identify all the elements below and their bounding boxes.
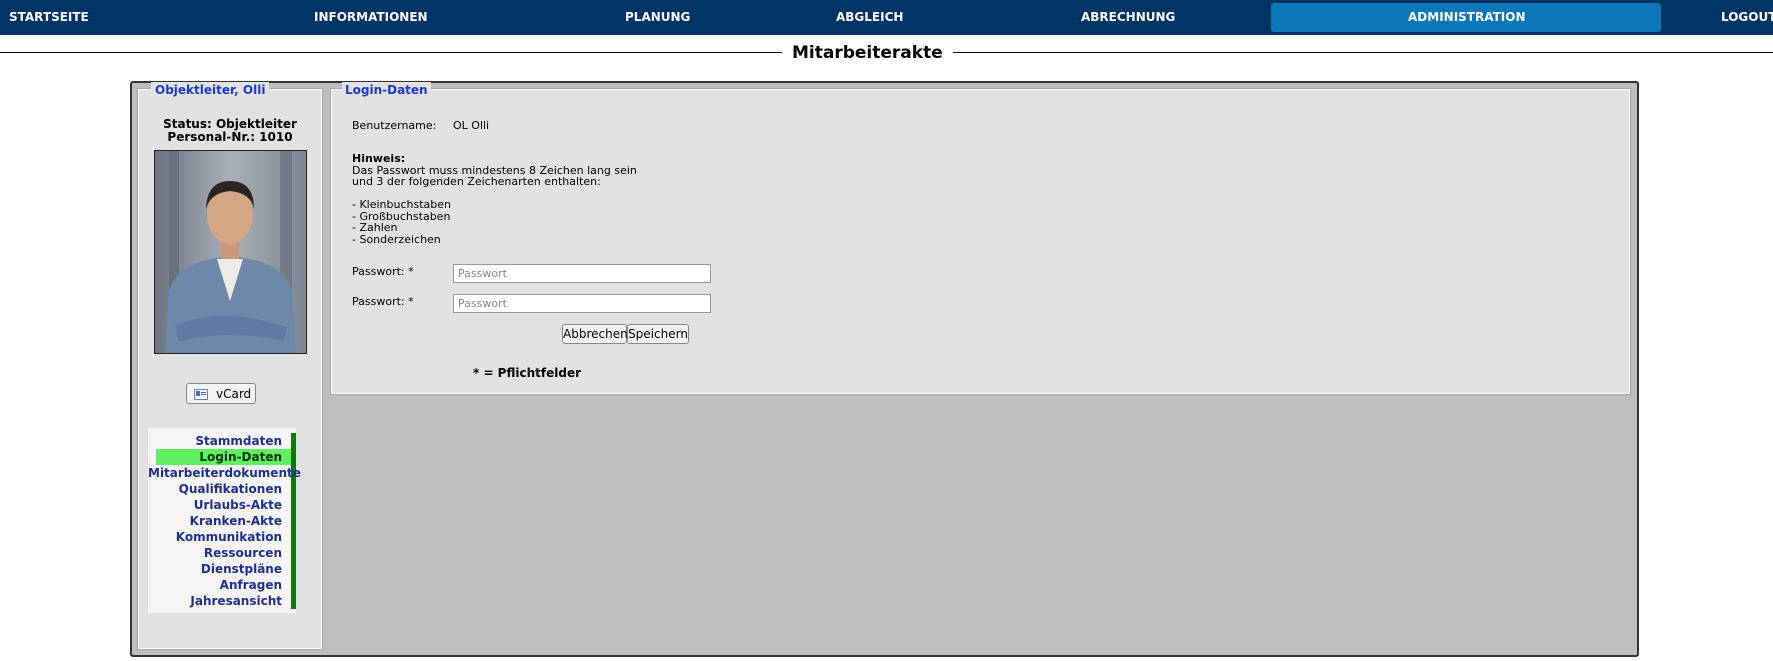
login-data-panel: Login-Daten Benutzername: OL Olli Hinwei…	[330, 82, 1631, 395]
menu-item-jahresansicht[interactable]: Jahresansicht	[156, 593, 296, 609]
menu-item-mitarbeiterdokumente[interactable]: Mitarbeiterdokumente	[148, 465, 301, 481]
menu-item-urlaubs-akte[interactable]: Urlaubs-Akte	[156, 497, 296, 513]
employee-photo-image	[155, 151, 306, 353]
nav-logout[interactable]: LOGOUT	[1721, 0, 1773, 35]
cancel-button[interactable]: Abbrechen	[562, 324, 628, 344]
password-label: Passwort: *	[352, 265, 414, 278]
employee-sidebar: Objektleiter, Olli Status: Objektleiter …	[137, 82, 323, 650]
menu-item-kranken-akte[interactable]: Kranken-Akte	[156, 513, 296, 529]
employee-name: Objektleiter, Olli	[151, 82, 270, 98]
menu-item-qualifikationen[interactable]: Qualifikationen	[156, 481, 296, 497]
employee-file-menu: Stammdaten Login-Daten Mitarbeiterdokume…	[148, 428, 301, 613]
password-confirm-label: Passwort: *	[352, 295, 414, 308]
employee-file-frame: Objektleiter, Olli Status: Objektleiter …	[130, 81, 1639, 657]
password-input[interactable]	[453, 264, 711, 283]
menu-item-dienstplaene[interactable]: Dienstpläne	[156, 561, 296, 577]
nav-abgleich[interactable]: ABGLEICH	[836, 0, 903, 35]
employee-status: Status: Objektleiter	[163, 117, 297, 131]
login-data-section-title: Login-Daten	[342, 82, 431, 98]
nav-informationen[interactable]: INFORMATIONEN	[314, 0, 428, 35]
menu-item-ressourcen[interactable]: Ressourcen	[156, 545, 296, 561]
menu-item-login-daten[interactable]: Login-Daten	[156, 449, 296, 465]
save-button[interactable]: Speichern	[627, 324, 689, 344]
nav-startseite[interactable]: STARTSEITE	[9, 0, 89, 35]
vcard-button[interactable]: vCard	[186, 383, 256, 404]
vcard-button-label: vCard	[216, 387, 252, 401]
menu-item-stammdaten[interactable]: Stammdaten	[156, 433, 296, 449]
hint-line-2: und 3 der folgenden Zeichenarten enthalt…	[352, 175, 601, 188]
page-title: Mitarbeiterakte	[782, 42, 953, 64]
nav-administration[interactable]: ADMINISTRATION	[1408, 0, 1525, 35]
username-value: OL Olli	[453, 119, 490, 132]
nav-planung[interactable]: PLANUNG	[625, 0, 690, 35]
top-navigation: STARTSEITE INFORMATIONEN PLANUNG ABGLEIC…	[0, 0, 1773, 35]
rule-special-chars: - Sonderzeichen	[352, 233, 441, 246]
employee-photo	[154, 150, 307, 354]
menu-item-anfragen[interactable]: Anfragen	[156, 577, 296, 593]
username-label: Benutzername:	[352, 119, 437, 132]
nav-abrechnung[interactable]: ABRECHNUNG	[1081, 0, 1175, 35]
contact-card-icon	[194, 389, 208, 400]
password-confirm-input[interactable]	[453, 294, 711, 313]
employee-personnel-number: Personal-Nr.: 1010	[167, 130, 293, 144]
menu-item-kommunikation[interactable]: Kommunikation	[156, 529, 296, 545]
required-fields-note: * = Pflichtfelder	[473, 366, 581, 380]
